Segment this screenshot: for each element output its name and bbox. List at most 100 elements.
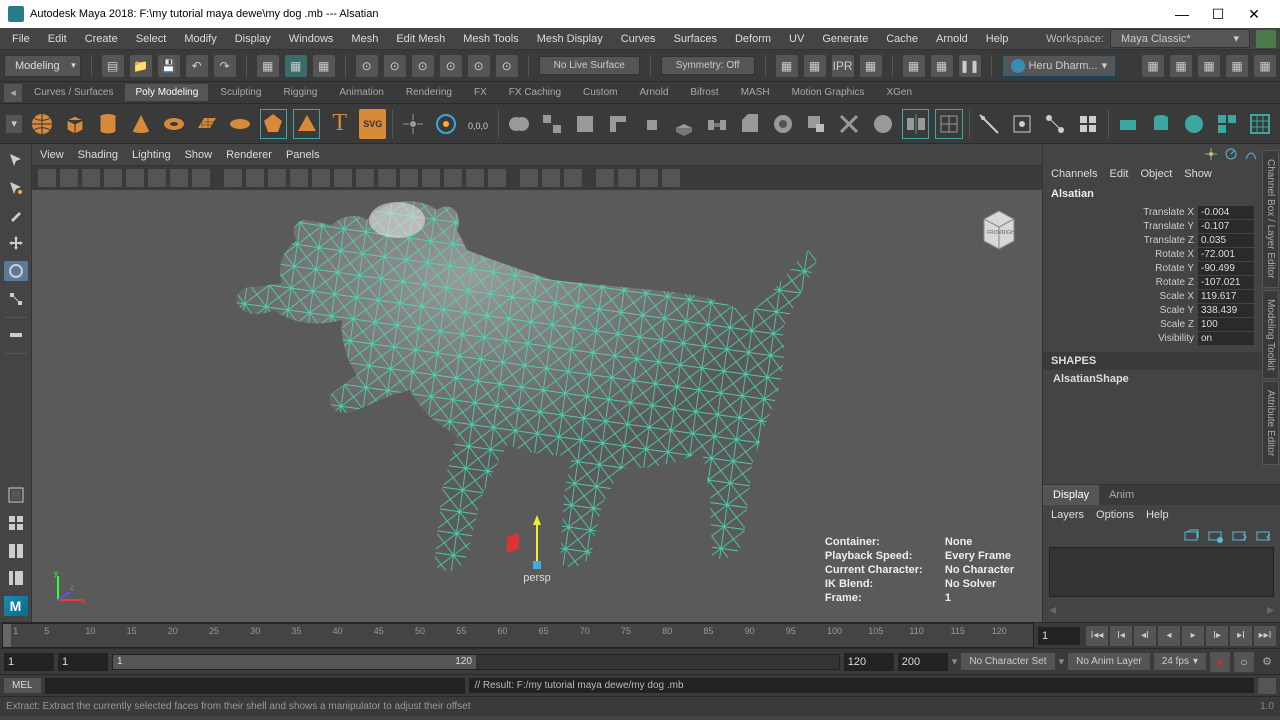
lock-icon[interactable] <box>1256 30 1276 48</box>
attr-sy-label[interactable]: Scale Y <box>1160 305 1198 316</box>
poly-platonic-icon[interactable] <box>260 109 287 139</box>
vp-resolution-gate-icon[interactable] <box>148 169 166 187</box>
attr-rz-label[interactable]: Rotate Z <box>1156 277 1198 288</box>
panel-toggle-1-icon[interactable]: ▦ <box>1142 55 1164 77</box>
attr-ry-label[interactable]: Rotate Y <box>1155 263 1198 274</box>
poly-cylinder-icon[interactable] <box>94 109 121 139</box>
fill-hole-icon[interactable] <box>770 109 797 139</box>
mode-dropdown[interactable]: Modeling <box>4 55 81 77</box>
vp-gate-mask-icon[interactable] <box>170 169 188 187</box>
vp-menu-view[interactable]: View <box>40 149 64 161</box>
quad-draw-icon[interactable] <box>1075 109 1102 139</box>
select-hier-icon[interactable]: ▦ <box>285 55 307 77</box>
poly-cube-icon[interactable] <box>61 109 88 139</box>
vp-shaded-icon[interactable] <box>268 169 286 187</box>
vp-isolate-icon[interactable] <box>444 169 462 187</box>
poly-sphere-icon[interactable] <box>28 109 55 139</box>
menu-help[interactable]: Help <box>978 31 1017 47</box>
layer-move-up-icon[interactable] <box>1232 529 1248 543</box>
panel-toggle-5-icon[interactable]: ▦ <box>1254 55 1276 77</box>
menu-curves[interactable]: Curves <box>613 31 664 47</box>
save-scene-icon[interactable]: 💾 <box>158 55 180 77</box>
range-slider-track[interactable]: 1120 <box>112 654 840 670</box>
vp-menu-lighting[interactable]: Lighting <box>132 149 171 161</box>
connect-icon[interactable] <box>1042 109 1069 139</box>
animation-prefs-icon[interactable]: ⚙ <box>1258 653 1276 671</box>
poly-svg-icon[interactable]: SVG <box>359 109 386 139</box>
range-start-inner[interactable]: 1 <box>58 653 108 671</box>
vp-view-transform-icon[interactable] <box>564 169 582 187</box>
mel-lang-button[interactable]: MEL <box>4 678 41 693</box>
separate-icon[interactable] <box>538 109 565 139</box>
select-mode-icon[interactable]: ▦ <box>257 55 279 77</box>
attr-ry-value[interactable]: -90.499 <box>1198 262 1254 275</box>
rotate-tool[interactable] <box>4 261 28 281</box>
play-back-button[interactable]: ◂ <box>1158 626 1180 646</box>
shelf-tab-mash[interactable]: MASH <box>731 84 780 101</box>
shelf-tab-sculpting[interactable]: Sculpting <box>210 84 271 101</box>
shelf-tab-arnold[interactable]: Arnold <box>629 84 678 101</box>
menu-generate[interactable]: Generate <box>814 31 876 47</box>
attr-ty-label[interactable]: Translate Y <box>1143 221 1198 232</box>
maximize-button[interactable]: ☐ <box>1200 0 1236 28</box>
shelf-tab-polymodeling[interactable]: Poly Modeling <box>125 84 208 101</box>
panel-toggle-4-icon[interactable]: ▦ <box>1226 55 1248 77</box>
layer-scroll-left[interactable]: ◂ <box>1049 601 1056 618</box>
vp-wireframe-icon[interactable] <box>246 169 264 187</box>
shape-name[interactable]: AlsatianShape <box>1043 370 1280 388</box>
poly-plane-icon[interactable] <box>194 109 221 139</box>
menu-arnold[interactable]: Arnold <box>928 31 976 47</box>
hyperbolic-icon[interactable] <box>1244 147 1258 161</box>
go-start-button[interactable]: I◂◂ <box>1086 626 1108 646</box>
origin-icon[interactable]: 0,0,0 <box>465 109 492 139</box>
attr-sy-value[interactable]: 338.439 <box>1198 304 1254 317</box>
append-icon[interactable] <box>803 109 830 139</box>
manip-icon[interactable] <box>1204 147 1218 161</box>
uv-sphere-icon[interactable] <box>1181 109 1208 139</box>
snap-curve-icon[interactable]: ⊙ <box>384 55 406 77</box>
auto-key-button[interactable]: ○ <box>1234 652 1254 672</box>
shelf-tab-fx[interactable]: FX <box>464 84 497 101</box>
snap-point-icon[interactable]: ⊙ <box>412 55 434 77</box>
panel-toggle-2-icon[interactable]: ▦ <box>1170 55 1192 77</box>
extrude-icon[interactable] <box>671 109 698 139</box>
step-back-key-button[interactable]: I◂ <box>1110 626 1132 646</box>
range-start-outer[interactable]: 1 <box>4 653 54 671</box>
manipulator-gizmo[interactable] <box>477 510 597 580</box>
vp-menu-renderer[interactable]: Renderer <box>226 149 272 161</box>
vp-gamma-icon[interactable] <box>542 169 560 187</box>
lasso-tool[interactable] <box>4 178 28 198</box>
attr-tx-value[interactable]: -0.004 <box>1198 206 1254 219</box>
menu-deform[interactable]: Deform <box>727 31 779 47</box>
poly-cone-icon[interactable] <box>127 109 154 139</box>
shelf-options-icon[interactable]: ▾ <box>6 115 22 133</box>
shelf-tab-rigging[interactable]: Rigging <box>273 84 327 101</box>
attr-ty-value[interactable]: -0.107 <box>1198 220 1254 233</box>
maya-logo-icon[interactable]: M <box>4 596 28 616</box>
vp-ao-icon[interactable] <box>356 169 374 187</box>
snap-grid-icon[interactable]: ⊙ <box>356 55 378 77</box>
vp-camera-select-icon[interactable] <box>38 169 56 187</box>
redo-icon[interactable]: ↷ <box>214 55 236 77</box>
layout-two-icon[interactable] <box>4 541 28 561</box>
select-tool[interactable] <box>4 150 28 170</box>
side-tab-channelbox[interactable]: Channel Box / Layer Editor <box>1262 150 1279 288</box>
range-end-inner[interactable]: 120 <box>844 653 894 671</box>
attr-vis-value[interactable]: on <box>1198 332 1254 345</box>
selected-object-name[interactable]: Alsatian <box>1043 184 1280 204</box>
range-end-outer[interactable]: 200 <box>898 653 948 671</box>
live-surface-dropdown[interactable]: No Live Surface <box>539 56 640 75</box>
symmetry-dropdown[interactable]: Symmetry: Off <box>661 56 755 75</box>
menu-select[interactable]: Select <box>128 31 175 47</box>
layout-single-icon[interactable] <box>4 485 28 505</box>
select-object-icon[interactable]: ▦ <box>313 55 335 77</box>
vp-expose-icon[interactable] <box>520 169 538 187</box>
go-end-button[interactable]: ▸▸I <box>1254 626 1276 646</box>
boolean-inter-icon[interactable] <box>638 109 665 139</box>
layer-tab-anim[interactable]: Anim <box>1099 485 1144 505</box>
character-set-dropdown[interactable]: No Character Set <box>961 653 1054 670</box>
menu-modify[interactable]: Modify <box>176 31 224 47</box>
workspace-dropdown[interactable]: Maya Classic*▾ <box>1110 29 1250 48</box>
attr-sx-value[interactable]: 119.617 <box>1198 290 1254 303</box>
layer-list[interactable] <box>1049 547 1274 597</box>
